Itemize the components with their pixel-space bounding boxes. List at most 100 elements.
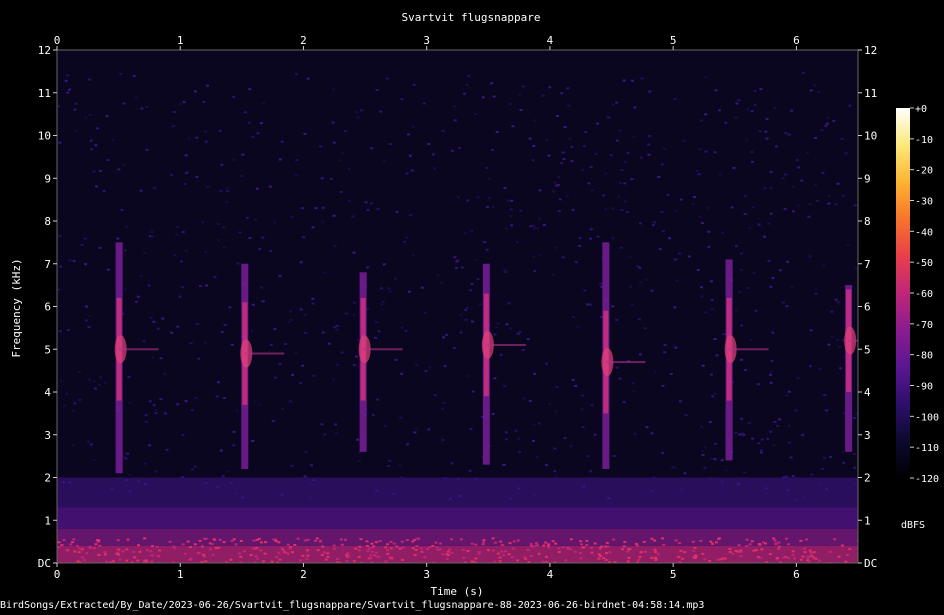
noise-speck (833, 538, 837, 541)
colorbar: +0 -10 -20 -30 -40 -50 -60 -70 -80 -90 -100 -110 -12… (896, 104, 939, 531)
noise-speck (594, 152, 598, 155)
noise-speck (828, 550, 832, 553)
noise-speck (68, 88, 72, 91)
x-tick-label-bottom: 3 (423, 568, 430, 581)
noise-speck (596, 235, 600, 238)
noise-speck (252, 539, 256, 542)
noise-speck (823, 456, 827, 459)
noise-speck (352, 314, 356, 317)
noise-speck (406, 133, 410, 136)
noise-speck (638, 222, 642, 225)
noise-speck (653, 371, 657, 374)
noise-speck (515, 241, 519, 244)
noise-speck (752, 271, 756, 274)
noise-speck (372, 554, 376, 557)
noise-speck (332, 214, 336, 217)
noise-speck (642, 540, 646, 543)
noise-speck (626, 151, 630, 154)
noise-speck (511, 125, 515, 128)
noise-speck (743, 195, 747, 198)
noise-speck (419, 547, 423, 550)
noise-speck (280, 407, 284, 410)
noise-speck (194, 397, 198, 400)
noise-speck (578, 552, 582, 555)
noise-speck (638, 266, 642, 269)
noise-speck (88, 546, 92, 549)
noise-speck (377, 330, 381, 333)
noise-speck (424, 369, 428, 372)
noise-speck (159, 398, 163, 401)
noise-speck (482, 541, 486, 544)
noise-speck (288, 547, 292, 550)
noise-speck (103, 553, 107, 556)
noise-speck (83, 237, 87, 240)
noise-speck (469, 289, 473, 292)
noise-speck (579, 540, 583, 543)
noise-speck (775, 556, 779, 559)
noise-speck (537, 253, 541, 256)
noise-speck (321, 220, 325, 223)
noise-speck (261, 236, 265, 239)
noise-speck (679, 549, 683, 552)
noise-speck (415, 545, 419, 548)
noise-speck (848, 104, 852, 107)
noise-speck (506, 199, 510, 202)
noise-speck (251, 303, 255, 306)
noise-speck (476, 277, 480, 280)
call-tail (848, 339, 858, 342)
noise-speck (834, 203, 838, 206)
noise-speck (628, 285, 632, 288)
noise-speck (305, 557, 309, 560)
noise-speck (793, 557, 797, 560)
noise-speck (745, 545, 749, 548)
noise-speck (532, 224, 536, 227)
noise-speck (846, 244, 850, 247)
noise-speck (787, 424, 791, 427)
noise-speck (145, 148, 149, 151)
noise-speck (707, 230, 711, 233)
noise-speck (185, 171, 189, 174)
noise-speck (384, 546, 388, 549)
noise-speck (759, 449, 763, 452)
noise-speck (509, 215, 513, 218)
noise-speck (709, 457, 713, 460)
noise-speck (75, 130, 79, 133)
noise-speck (170, 331, 174, 334)
noise-speck (217, 381, 221, 384)
noise-speck (673, 209, 677, 212)
noise-speck (528, 399, 532, 402)
noise-speck (735, 102, 739, 105)
noise-speck (514, 429, 518, 432)
noise-speck (347, 200, 351, 203)
noise-speck (786, 260, 790, 263)
noise-speck (551, 273, 555, 276)
noise-speck (548, 86, 552, 89)
noise-speck (545, 138, 549, 141)
noise-speck (151, 554, 155, 557)
noise-speck (681, 557, 685, 560)
noise-speck (229, 558, 233, 561)
noise-speck (704, 76, 708, 79)
noise-speck (840, 137, 844, 140)
noise-speck (583, 289, 587, 292)
y-tick-label-right: 3 (864, 429, 871, 442)
noise-speck (748, 227, 752, 230)
noise-speck (566, 87, 570, 90)
noise-speck (700, 222, 704, 225)
noise-speck (59, 265, 63, 268)
noise-speck (335, 328, 339, 331)
footer-filename: BirdSongs/Extracted/By_Date/2023-06-26/S… (0, 600, 704, 611)
noise-speck (820, 129, 824, 132)
y-tick-label-right: 4 (864, 386, 871, 399)
noise-speck (570, 160, 574, 163)
noise-speck (139, 274, 143, 277)
noise-speck (333, 244, 337, 247)
noise-speck (152, 320, 156, 323)
noise-speck (197, 357, 201, 360)
noise-speck (561, 151, 565, 154)
noise-speck (812, 556, 816, 559)
noise-speck (769, 186, 773, 189)
noise-speck (791, 210, 795, 213)
noise-speck (769, 430, 773, 433)
noise-speck (544, 541, 548, 544)
